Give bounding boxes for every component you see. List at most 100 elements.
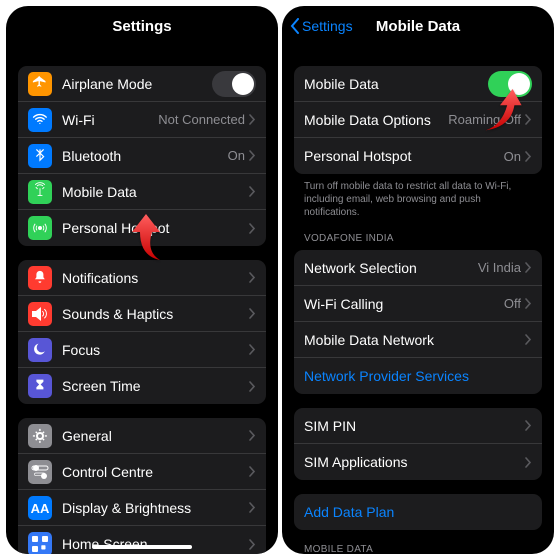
- row-label: Home Screen: [62, 536, 249, 552]
- row-label: Wi-Fi: [62, 112, 158, 128]
- settings-row[interactable]: Wi-FiNot Connected: [18, 102, 266, 138]
- chevron-right-icon: [249, 430, 256, 441]
- row-label: SIM Applications: [304, 454, 525, 470]
- chevron-right-icon: [249, 466, 256, 477]
- group-sim: SIM PIN SIM Applications: [294, 408, 542, 480]
- settings-row[interactable]: Notifications: [18, 260, 266, 296]
- group-carrier: Network SelectionVi IndiaWi-Fi CallingOf…: [294, 250, 542, 394]
- row-value: On: [228, 148, 245, 163]
- row-value: Vi India: [478, 260, 521, 275]
- settings-group-connectivity: Airplane ModeWi-FiNot ConnectedBluetooth…: [18, 66, 266, 246]
- group-mobile-data: Mobile Data Mobile Data OptionsRoaming Of…: [294, 66, 542, 174]
- chevron-right-icon: [525, 420, 532, 431]
- row-value: Off: [504, 296, 521, 311]
- bell-icon: [28, 266, 52, 290]
- chevron-right-icon: [525, 262, 532, 273]
- hotspot-icon: [28, 216, 52, 240]
- row-label: Mobile Data: [304, 76, 488, 92]
- chevron-right-icon: [249, 344, 256, 355]
- settings-row[interactable]: Screen Time: [18, 368, 266, 404]
- settings-row[interactable]: Wi-Fi CallingOff: [294, 286, 542, 322]
- row-label: Display & Brightness: [62, 500, 249, 516]
- footer-note: Turn off mobile data to restrict all dat…: [294, 174, 542, 219]
- toggle-switch[interactable]: [488, 71, 532, 97]
- settings-row[interactable]: Personal HotspotOn: [294, 138, 542, 174]
- section-header-usage: MOBILE DATA: [294, 530, 542, 554]
- settings-row[interactable]: Network Provider Services: [294, 358, 542, 394]
- row-label: Airplane Mode: [62, 76, 212, 92]
- airplane-icon: [28, 72, 52, 96]
- settings-row[interactable]: Network SelectionVi India: [294, 250, 542, 286]
- settings-row[interactable]: Sounds & Haptics: [18, 296, 266, 332]
- chevron-right-icon: [525, 457, 532, 468]
- row-label: Sounds & Haptics: [62, 306, 249, 322]
- mobile-data-screen: Settings Mobile Data Mobile DataMobile D…: [282, 6, 554, 554]
- switches-icon: [28, 460, 52, 484]
- chevron-right-icon: [525, 298, 532, 309]
- settings-row[interactable]: Focus: [18, 332, 266, 368]
- grid-icon: [28, 532, 52, 554]
- row-label: Mobile Data Options: [304, 112, 448, 128]
- gear-icon: [28, 424, 52, 448]
- settings-group-general: General Control Centre AA Display & Brightn…: [18, 418, 266, 554]
- svg-text:AA: AA: [31, 501, 50, 516]
- row-value: Not Connected: [158, 112, 245, 127]
- settings-row[interactable]: Mobile Data: [18, 174, 266, 210]
- settings-row[interactable]: Airplane Mode: [18, 66, 266, 102]
- content[interactable]: Mobile Data Mobile Data OptionsRoaming Of…: [282, 46, 554, 554]
- settings-row[interactable]: Control Centre: [18, 454, 266, 490]
- row-label: Wi-Fi Calling: [304, 296, 504, 312]
- settings-row[interactable]: Personal Hotspot: [18, 210, 266, 246]
- row-label: Mobile Data: [62, 184, 249, 200]
- chevron-right-icon: [525, 114, 532, 125]
- antenna-icon: [28, 180, 52, 204]
- content[interactable]: Airplane ModeWi-FiNot ConnectedBluetooth…: [6, 46, 278, 554]
- row-label: Network Provider Services: [304, 368, 532, 384]
- row-label: Bluetooth: [62, 148, 228, 164]
- row-label: Screen Time: [62, 378, 249, 394]
- chevron-right-icon: [249, 114, 256, 125]
- group-add-plan: Add Data Plan: [294, 494, 542, 530]
- settings-row[interactable]: General: [18, 418, 266, 454]
- row-label: Focus: [62, 342, 249, 358]
- header: Settings: [6, 6, 278, 46]
- row-value: On: [504, 149, 521, 164]
- chevron-right-icon: [249, 186, 256, 197]
- chevron-right-icon: [249, 223, 256, 234]
- speaker-icon: [28, 302, 52, 326]
- row-label: General: [62, 428, 249, 444]
- row-label: Personal Hotspot: [304, 148, 504, 164]
- settings-row[interactable]: BluetoothOn: [18, 138, 266, 174]
- header: Settings Mobile Data: [282, 6, 554, 46]
- chevron-right-icon: [249, 502, 256, 513]
- aa-icon: AA: [28, 496, 52, 520]
- settings-row[interactable]: SIM PIN: [294, 408, 542, 444]
- settings-row[interactable]: Mobile Data Network: [294, 322, 542, 358]
- chevron-right-icon: [525, 334, 532, 345]
- row-label: Mobile Data Network: [304, 332, 525, 348]
- chevron-right-icon: [249, 308, 256, 319]
- settings-row[interactable]: Mobile Data OptionsRoaming Off: [294, 102, 542, 138]
- row-label: Personal Hotspot: [62, 220, 249, 236]
- hourglass-icon: [28, 374, 52, 398]
- home-indicator[interactable]: [92, 545, 192, 549]
- chevron-right-icon: [249, 381, 256, 392]
- back-button[interactable]: Settings: [290, 18, 353, 34]
- settings-row[interactable]: Add Data Plan: [294, 494, 542, 530]
- settings-row[interactable]: SIM Applications: [294, 444, 542, 480]
- page-title: Mobile Data: [376, 18, 460, 35]
- page-title: Settings: [112, 18, 171, 35]
- toggle-switch[interactable]: [212, 71, 256, 97]
- settings-row[interactable]: Home Screen: [18, 526, 266, 554]
- row-value: Roaming Off: [448, 112, 521, 127]
- settings-row[interactable]: AA Display & Brightness: [18, 490, 266, 526]
- row-label: Network Selection: [304, 260, 478, 276]
- row-label: Add Data Plan: [304, 504, 532, 520]
- settings-row[interactable]: Mobile Data: [294, 66, 542, 102]
- chevron-right-icon: [249, 272, 256, 283]
- settings-screen: Settings Airplane Mode Wi-FiNot Connected…: [6, 6, 278, 554]
- chevron-right-icon: [249, 150, 256, 161]
- row-label: SIM PIN: [304, 418, 525, 434]
- moon-icon: [28, 338, 52, 362]
- row-label: Control Centre: [62, 464, 249, 480]
